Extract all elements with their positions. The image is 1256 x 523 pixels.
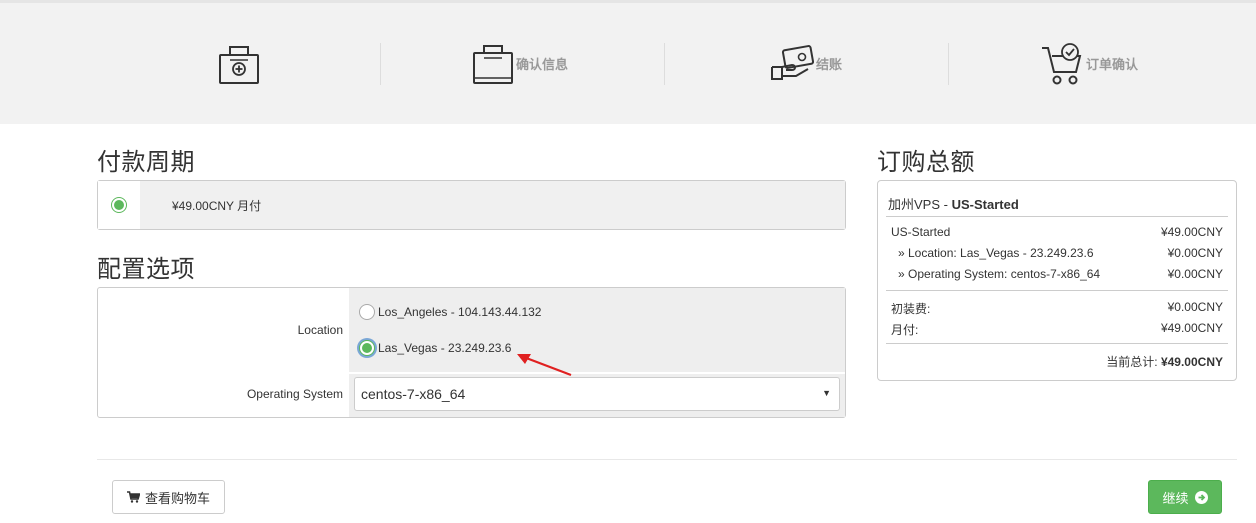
- setup-fee-row: 初装费: ¥0.00CNY: [891, 300, 1223, 317]
- os-select[interactable]: centos-7-x86_64 ▼: [354, 377, 840, 411]
- summary-line-value: ¥0.00CNY: [1167, 246, 1223, 260]
- location-option-las-vegas[interactable]: Las_Vegas - 23.249.23.6: [359, 340, 511, 356]
- billing-cycle-price: ¥49.00CNY 月付: [140, 181, 845, 229]
- total-value: ¥49.00CNY: [1160, 355, 1223, 369]
- checkout-steps: 确认信息 结账 订单确认: [0, 0, 1256, 124]
- continue-label: 继续: [1162, 490, 1189, 506]
- footer-divider: [97, 459, 1237, 460]
- cart-check-icon: [1042, 42, 1082, 84]
- product-title: 加州VPS - US-Started: [888, 194, 1019, 213]
- location-option-label: Las_Vegas - 23.249.23.6: [378, 341, 512, 355]
- billing-cycle-option[interactable]: ¥49.00CNY 月付: [97, 180, 846, 230]
- bag-plus-icon: [219, 45, 259, 84]
- step-order-confirm: 订单确认: [1040, 3, 1138, 124]
- summary-line: » Operating System: centos-7-x86_64 ¥0.0…: [898, 267, 1223, 281]
- step-divider: [664, 43, 665, 85]
- product-name: US-Started: [951, 197, 1019, 212]
- config-options-title: 配置选项: [97, 255, 195, 283]
- summary-line: » Location: Las_Vegas - 23.249.23.6 ¥0.0…: [898, 246, 1223, 260]
- summary-line-label: US-Started: [891, 225, 951, 239]
- recurring-value: ¥49.00CNY: [1160, 321, 1223, 335]
- setup-fee-label: 初装费:: [891, 302, 931, 316]
- summary-line-label: » Operating System: centos-7-x86_64: [898, 267, 1101, 281]
- os-select-value: centos-7-x86_64: [361, 386, 466, 402]
- location-label: Location: [297, 323, 343, 337]
- summary-line-value: ¥49.00CNY: [1160, 225, 1223, 239]
- order-summary-panel: 加州VPS - US-Started US-Started ¥49.00CNY …: [877, 180, 1237, 381]
- summary-line: US-Started ¥49.00CNY: [891, 225, 1223, 239]
- product-group: 加州VPS -: [888, 197, 952, 212]
- divider: [886, 290, 1228, 291]
- step-checkout: 结账: [770, 3, 842, 124]
- location-options: [349, 288, 845, 372]
- step-label: 结账: [816, 57, 843, 72]
- divider: [886, 343, 1228, 344]
- summary-line-label: » Location: Las_Vegas - 23.249.23.6: [898, 246, 1094, 260]
- location-option-label: Los_Angeles - 104.143.44.132: [378, 305, 542, 319]
- view-cart-button[interactable]: 查看购物车: [112, 480, 225, 514]
- config-options-panel: Location Los_Angeles - 104.143.44.132 La…: [97, 287, 846, 418]
- annotation-arrow-icon: [517, 354, 572, 377]
- step-confirm-info: 确认信息: [472, 3, 568, 124]
- location-option-los-angeles[interactable]: Los_Angeles - 104.143.44.132: [359, 304, 541, 320]
- location-radio-las-vegas[interactable]: [359, 340, 375, 356]
- total-label: 当前总计:: [1106, 355, 1161, 369]
- continue-button[interactable]: 继续: [1148, 480, 1222, 514]
- setup-fee-value: ¥0.00CNY: [1167, 300, 1223, 314]
- billing-radio-cell[interactable]: [98, 181, 140, 229]
- os-label: Operating System: [246, 387, 343, 401]
- billing-cycle-radio[interactable]: [111, 197, 127, 213]
- chevron-down-icon: ▼: [822, 388, 831, 398]
- recurring-row: 月付: ¥49.00CNY: [891, 321, 1223, 338]
- step-label: 确认信息: [516, 57, 569, 72]
- step-label: 订单确认: [1086, 57, 1139, 72]
- card-hand-icon: [771, 44, 814, 80]
- order-summary-title: 订购总额: [877, 148, 975, 176]
- step-divider: [380, 43, 381, 85]
- billing-cycle-title: 付款周期: [97, 148, 195, 176]
- bag-icon: [473, 44, 513, 84]
- arrow-circle-right-icon: [1194, 490, 1208, 504]
- view-cart-label: 查看购物车: [144, 490, 210, 506]
- divider: [886, 216, 1228, 217]
- step-divider: [948, 43, 949, 85]
- total-due: 当前总计: ¥49.00CNY: [1106, 353, 1223, 370]
- recurring-label: 月付:: [891, 323, 919, 337]
- location-radio-los-angeles[interactable]: [359, 304, 375, 320]
- cart-icon: [126, 491, 140, 503]
- step-add-to-cart: [218, 3, 262, 124]
- summary-line-value: ¥0.00CNY: [1167, 267, 1223, 281]
